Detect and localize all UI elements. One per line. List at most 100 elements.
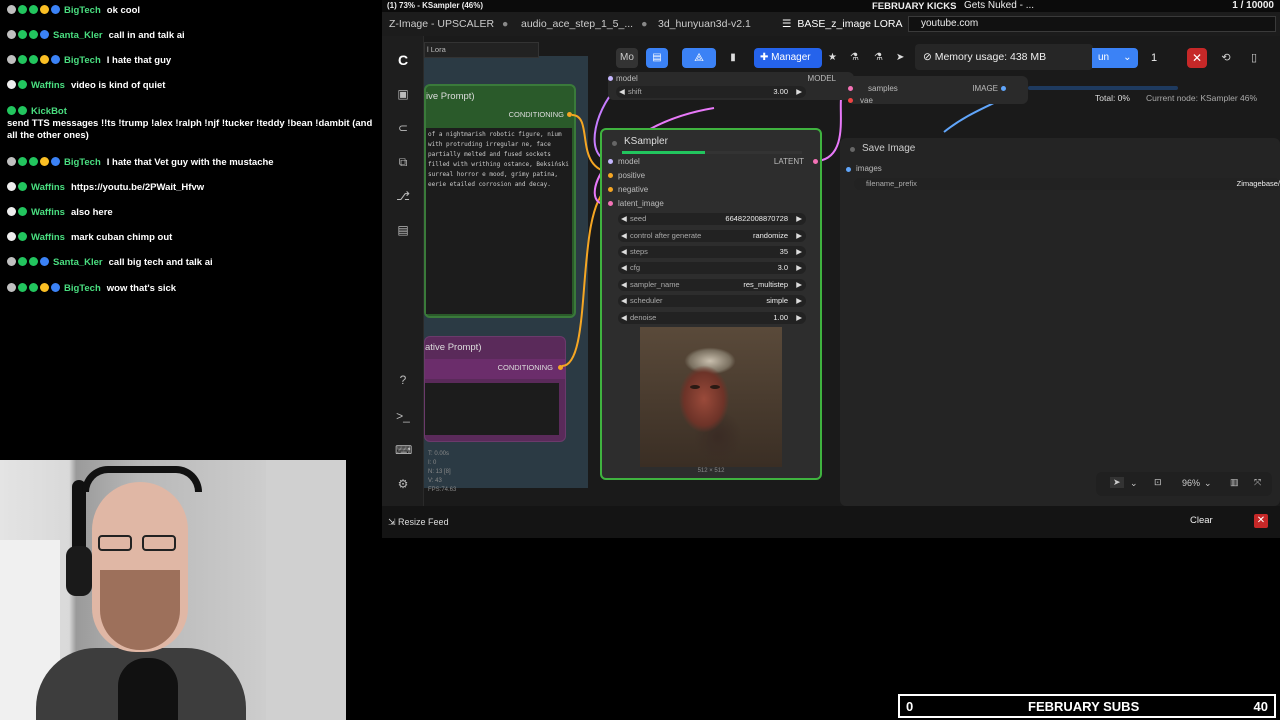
chevron-down-icon[interactable]: ⌄	[1130, 478, 1138, 489]
zoom-level[interactable]: 96%	[1182, 478, 1200, 488]
workflow-tabs: Z-Image - UPSCALER ● audio_ace_step_1_5_.…	[382, 12, 1280, 36]
templates-icon[interactable]: ▤	[395, 222, 411, 238]
link-icon[interactable]: ⊂	[395, 120, 411, 136]
tab-upscaler[interactable]: Z-Image - UPSCALER ●	[389, 12, 508, 36]
chat-badge-icon	[7, 157, 16, 166]
chat-username[interactable]: BigTech	[64, 5, 101, 16]
tab-label: Z-Image - UPSCALER	[389, 18, 495, 30]
vae-decode-node[interactable]: samples vae IMAGE	[848, 76, 1028, 105]
model-sampling-node[interactable]: model MODEL ◀ shift 3.00 ▶	[608, 72, 854, 100]
chat-badge-icon	[7, 232, 16, 241]
chat-badge-icon	[51, 5, 60, 14]
filename-prefix-widget[interactable]: filename_prefix Zimagebase/	[854, 178, 1280, 190]
widget-value: simple	[766, 296, 788, 305]
chat-badge-icon	[18, 157, 27, 166]
url-bar[interactable]: youtube.com	[908, 16, 1276, 32]
chat-username[interactable]: KickBot	[31, 106, 67, 117]
images-input: images	[856, 164, 882, 173]
seed-widget[interactable]: ◀ seed 664822008870728 ▶	[618, 213, 806, 225]
steps-widget[interactable]: ◀ steps 35 ▶	[618, 246, 806, 258]
image-icon[interactable]: ▣	[395, 86, 411, 102]
tab-label: 3d_hunyuan3d-v2.1	[658, 18, 751, 30]
chat-username[interactable]: BigTech	[64, 157, 101, 168]
run-button[interactable]: un ⌄	[1092, 48, 1138, 68]
star-icon[interactable]: ★	[828, 48, 837, 68]
keyboard-icon[interactable]: ⌨	[395, 442, 412, 458]
video-title: Gets Nuked - ...	[964, 0, 1035, 11]
chat-username[interactable]: BigTech	[64, 283, 101, 294]
manager-button[interactable]: ✚ Manager	[754, 48, 822, 68]
chat-badge-icon	[18, 106, 27, 115]
comfy-logo-icon[interactable]: C	[395, 52, 411, 68]
chat-username[interactable]: Waffins	[31, 182, 65, 193]
kicks-title: FEBRUARY KICKS	[872, 1, 957, 12]
nodes-icon[interactable]: ⧉	[395, 154, 411, 170]
chat-username[interactable]: Waffins	[31, 80, 65, 91]
chat-message: Waffins also here	[7, 207, 379, 219]
shift-widget[interactable]: ◀ shift 3.00 ▶	[616, 86, 806, 98]
hide-links-icon[interactable]: ⤧	[1254, 477, 1261, 488]
chat-username[interactable]: Santa_Kler	[53, 30, 103, 41]
graph-icon[interactable]: ⟁	[682, 48, 716, 68]
fit-view-icon[interactable]: ⊡	[1154, 477, 1162, 488]
input-negative: negative	[618, 185, 649, 194]
progress-fill	[622, 151, 705, 154]
history-icon[interactable]: ⟲	[1216, 48, 1236, 68]
widget-label: sampler_name	[630, 280, 680, 289]
scheduler-widget[interactable]: ◀ scheduler simple ▶	[618, 295, 806, 307]
cancel-run-button[interactable]: ✕	[1187, 48, 1207, 68]
control-after-generate-widget[interactable]: ◀ control after generate randomize ▶	[618, 230, 806, 242]
terminal-icon[interactable]: >_	[395, 408, 411, 424]
close-icon[interactable]: ✕	[1254, 514, 1268, 528]
input-model: model	[618, 157, 640, 166]
chat-username[interactable]: Waffins	[31, 232, 65, 243]
tab-audio[interactable]: audio_ace_step_1_5_... ●	[521, 12, 647, 36]
sampler-name-widget[interactable]: ◀ sampler_name res_multistep ▶	[618, 279, 806, 291]
chat-text: send TTS messages !!ts !trump !alex !ral…	[7, 118, 373, 141]
widget-value: res_multistep	[743, 280, 788, 289]
batch-count: 1	[1151, 52, 1158, 64]
chat-username[interactable]: BigTech	[64, 55, 101, 66]
flask-icon[interactable]: ⚗	[850, 48, 859, 68]
queue-icon[interactable]: ▤	[646, 48, 668, 68]
denoise-widget[interactable]: ◀ denoise 1.00 ▶	[618, 312, 806, 324]
send-icon[interactable]: ➤	[896, 48, 904, 68]
help-icon[interactable]: ?	[395, 372, 411, 388]
resize-feed-button[interactable]: ⇲ Resize Feed	[388, 517, 449, 528]
panel-toggle-icon[interactable]: ▯	[1244, 48, 1264, 68]
workflow-icon[interactable]: ⎇	[395, 188, 411, 204]
total-progress: Total: 0%	[1095, 93, 1130, 103]
chat-message: Waffins mark cuban chimp out	[7, 232, 379, 244]
node-canvas[interactable]: l Lora ive Prompt) CONDITIONING of a nig…	[424, 36, 1280, 506]
cfg-widget[interactable]: ◀ cfg 3.0 ▶	[618, 262, 806, 274]
save-image-node[interactable]: Save Image images filename_prefix Zimageb…	[840, 138, 1280, 506]
chat-badge-icon	[7, 106, 16, 115]
minimap-icon[interactable]: ▥	[1230, 477, 1239, 488]
tab-base-z-image[interactable]: ☰ BASE_z_image LORA	[782, 12, 902, 36]
batch-count-input[interactable]: 1	[1142, 48, 1178, 68]
tab-label: audio_ace_step_1_5_...	[521, 18, 634, 30]
settings-gear-icon[interactable]: ⚙	[395, 476, 411, 492]
subs-goal: 40	[1253, 699, 1268, 714]
beaker-icon[interactable]: ⚗	[874, 48, 883, 68]
chat-username[interactable]: Waffins	[31, 207, 65, 218]
node-title: Save Image	[862, 143, 916, 154]
tab-hunyuan[interactable]: 3d_hunyuan3d-v2.1	[658, 12, 751, 36]
chat-badge-icon	[7, 5, 16, 14]
ksampler-node[interactable]: KSampler LATENT model positive negative …	[600, 128, 822, 480]
clear-button[interactable]: Clear	[1190, 515, 1213, 526]
select-mode-icon[interactable]: ➤	[1110, 477, 1124, 488]
mo-button[interactable]: Mo	[616, 48, 638, 68]
zoom-chevron-icon[interactable]: ⌄	[1204, 478, 1212, 489]
chat-username[interactable]: Santa_Kler	[53, 257, 103, 268]
chat-badge-icon	[40, 257, 49, 266]
chat-badge-icon	[29, 5, 38, 14]
widget-label: shift	[628, 87, 642, 96]
widget-value: Zimagebase/	[1236, 179, 1280, 188]
model-input-port[interactable]	[608, 76, 613, 81]
bookmark-icon[interactable]: ▮	[724, 48, 742, 68]
chat-badge-icon	[7, 257, 16, 266]
model-input-label: model	[616, 74, 638, 83]
latent-output-port[interactable]	[813, 159, 818, 164]
chat-text: ok cool	[106, 5, 141, 16]
